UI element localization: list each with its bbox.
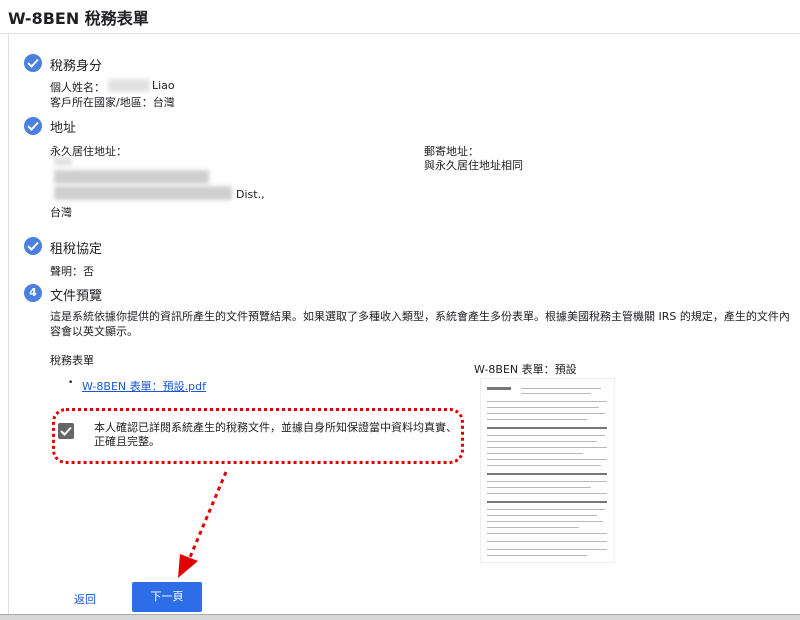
bullet: • [68,378,74,388]
annotation-arrow [178,471,228,578]
step-title-treaty: 租稅協定 [50,242,103,257]
country-label: 客戶所在國家/地區：台灣 [50,96,175,109]
confirm-checkbox[interactable] [58,423,74,439]
name-label: 個人姓名： [50,81,105,94]
step-title-tax-identity: 稅務身分 [50,59,103,74]
permanent-address-district: Dist., [236,188,265,201]
step-title-preview: 文件預覽 [50,289,103,304]
form-thumbnail[interactable] [480,378,615,563]
check-icon [24,237,42,255]
check-icon [24,54,42,72]
back-link[interactable]: 返回 [74,591,96,607]
taskbar [0,614,800,620]
redacted-address [54,157,72,166]
permanent-address-country: 台灣 [50,206,72,219]
step-title-address: 地址 [50,121,77,136]
redacted-address [54,186,232,200]
form-pdf-link[interactable]: W-8BEN 表單：預設.pdf [82,378,206,394]
redacted-name [108,79,150,92]
next-page-button[interactable]: 下一頁 [132,582,202,612]
tax-forms-label: 稅務表單 [50,354,94,367]
name-suffix: Liao [152,79,175,92]
confirm-text-line2: 正確且完整。 [94,435,160,448]
treaty-statement: 聲明：否 [50,265,94,278]
check-icon [24,117,42,135]
mailing-address-value: 與永久居住地址相同 [424,159,523,172]
page-header: W-8BEN 稅務表單 [0,0,800,34]
preview-description-line1: 這是系統依據你提供的資訊所產生的文件預覽結果。如果選取了多種收入類型，系統會產生… [50,310,790,323]
step-number-icon: 4 [24,284,42,302]
preview-description-line2: 容會以英文顯示。 [50,325,138,338]
redacted-address [54,170,209,184]
page-title: W-8BEN 稅務表單 [8,9,149,28]
form-thumbnail-label: W-8BEN 表單：預設 [474,363,577,376]
